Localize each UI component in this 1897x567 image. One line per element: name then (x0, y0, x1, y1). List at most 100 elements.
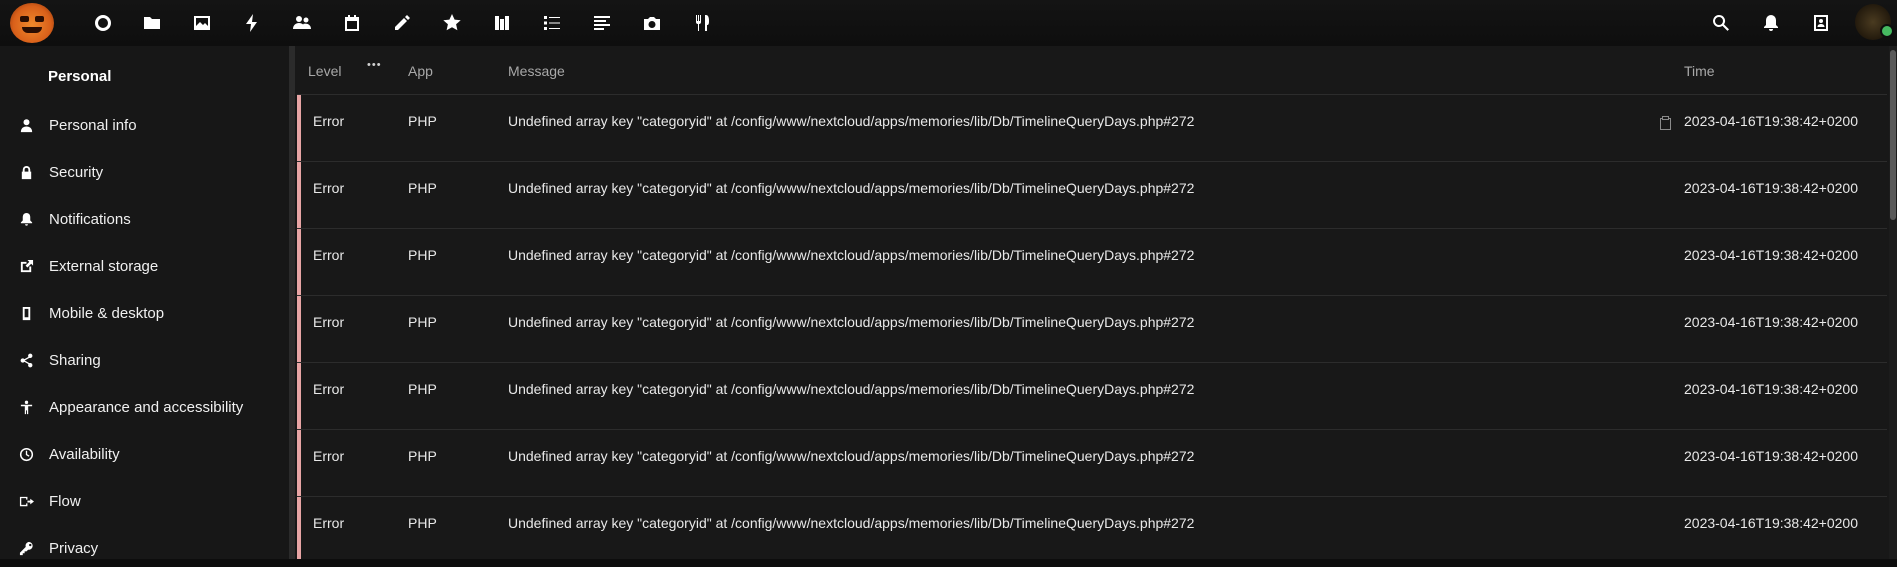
column-options-button[interactable]: ••• (367, 59, 382, 71)
sidebar-item-label: Sharing (49, 351, 101, 369)
cell-level: Error (313, 314, 345, 330)
cell-app: PHP (408, 381, 437, 397)
photos-icon[interactable] (189, 10, 215, 36)
cell-app: PHP (408, 247, 437, 263)
cell-level: Error (313, 515, 345, 531)
deck-icon[interactable] (489, 10, 515, 36)
contacts-icon[interactable] (289, 10, 315, 36)
cell-message: Undefined array key "categoryid" at /con… (508, 381, 1195, 397)
error-level-indicator (297, 430, 301, 496)
contacts-menu-icon[interactable] (1808, 10, 1834, 36)
activity-icon[interactable] (239, 10, 265, 36)
cell-level: Error (313, 381, 345, 397)
cell-app: PHP (408, 448, 437, 464)
tasks-icon[interactable] (539, 10, 565, 36)
table-row[interactable]: Error PHP Undefined array key "categoryi… (297, 95, 1887, 162)
error-level-indicator (297, 363, 301, 429)
cell-level: Error (313, 113, 345, 129)
panel-divider (289, 46, 295, 559)
sidebar-item-label: Mobile & desktop (49, 304, 165, 322)
table-row[interactable]: Error PHP Undefined array key "categoryi… (297, 296, 1887, 363)
bookmarks-icon[interactable] (439, 10, 465, 36)
error-level-indicator (297, 95, 301, 161)
sidebar-item-label: Flow (49, 492, 81, 510)
notifications-bell-icon[interactable] (1758, 10, 1784, 36)
sidebar-item-flow[interactable]: Flow (0, 482, 289, 520)
sidebar-item-sharing[interactable]: Sharing (0, 341, 289, 379)
flow-icon (17, 492, 35, 510)
cell-app: PHP (408, 515, 437, 531)
accessibility-icon (17, 398, 35, 416)
cell-time: 2023-04-16T19:38:42+0200 (1684, 247, 1858, 263)
logo[interactable] (10, 3, 54, 43)
table-row[interactable]: Error PHP Undefined array key "categoryi… (297, 363, 1887, 430)
cell-level: Error (313, 448, 345, 464)
sidebar-item-label: Privacy (49, 539, 99, 557)
memories-icon[interactable] (639, 10, 665, 36)
log-table-header: Level ••• App Message Time (297, 46, 1887, 95)
sidebar-item-label: Security (49, 163, 104, 181)
sidebar-item-personal-info[interactable]: Personal info (0, 106, 289, 144)
table-row[interactable]: Error PHP Undefined array key "categoryi… (297, 430, 1887, 497)
sidebar-item-notifications[interactable]: Notifications (0, 200, 289, 238)
column-header-message[interactable]: Message (508, 63, 565, 79)
cell-message: Undefined array key "categoryid" at /con… (508, 113, 1195, 129)
cell-app: PHP (408, 113, 437, 129)
online-status-indicator (1880, 24, 1894, 38)
table-row[interactable]: Error PHP Undefined array key "categoryi… (297, 229, 1887, 296)
user-avatar[interactable] (1855, 4, 1894, 40)
sidebar-item-label: Personal info (49, 116, 137, 134)
share-icon (17, 351, 35, 369)
cell-message: Undefined array key "categoryid" at /con… (508, 247, 1195, 263)
column-header-app[interactable]: App (408, 63, 433, 79)
cell-time: 2023-04-16T19:38:42+0200 (1684, 515, 1858, 531)
top-header (0, 0, 1897, 46)
news-icon[interactable] (589, 10, 615, 36)
cell-time: 2023-04-16T19:38:42+0200 (1684, 180, 1858, 196)
error-level-indicator (297, 162, 301, 228)
user-icon (17, 116, 35, 134)
cookbook-icon[interactable] (689, 10, 715, 36)
lock-icon (17, 163, 35, 181)
column-header-time[interactable]: Time (1684, 63, 1715, 79)
sidebar-item-appearance[interactable]: Appearance and accessibility (0, 388, 289, 426)
calendar-icon[interactable] (339, 10, 365, 36)
sidebar-item-external-storage[interactable]: External storage (0, 247, 289, 285)
cell-message: Undefined array key "categoryid" at /con… (508, 448, 1195, 464)
key-icon (17, 539, 35, 557)
sidebar-item-mobile-desktop[interactable]: Mobile & desktop (0, 294, 289, 332)
scrollbar-thumb[interactable] (1890, 50, 1896, 220)
settings-sidebar: Personal Personal info Security Notifica… (0, 46, 289, 559)
logo-mouth (22, 27, 42, 33)
cell-message: Undefined array key "categoryid" at /con… (508, 314, 1195, 330)
cell-app: PHP (408, 314, 437, 330)
column-header-level[interactable]: Level (308, 63, 341, 79)
sidebar-item-label: External storage (49, 257, 159, 275)
external-link-icon (17, 257, 35, 275)
dashboard-icon[interactable] (90, 10, 116, 36)
sidebar-item-security[interactable]: Security (0, 153, 289, 191)
cell-time: 2023-04-16T19:38:42+0200 (1684, 314, 1858, 330)
error-level-indicator (297, 229, 301, 295)
cell-app: PHP (408, 180, 437, 196)
notes-icon[interactable] (389, 10, 415, 36)
cell-time: 2023-04-16T19:38:42+0200 (1684, 381, 1858, 397)
error-level-indicator (297, 497, 301, 559)
cell-level: Error (313, 180, 345, 196)
table-row[interactable]: Error PHP Undefined array key "categoryi… (297, 162, 1887, 229)
clock-icon (17, 445, 35, 463)
sidebar-item-label: Availability (49, 445, 120, 463)
files-icon[interactable] (139, 10, 165, 36)
search-icon[interactable] (1708, 10, 1734, 36)
cell-time: 2023-04-16T19:38:42+0200 (1684, 113, 1858, 129)
sidebar-item-privacy[interactable]: Privacy (0, 529, 289, 567)
table-row[interactable]: Error PHP Undefined array key "categoryi… (297, 497, 1887, 559)
sidebar-item-label: Notifications (49, 210, 131, 228)
copy-icon[interactable] (1657, 115, 1673, 131)
bell-icon (17, 210, 35, 228)
cell-message: Undefined array key "categoryid" at /con… (508, 515, 1195, 531)
sidebar-item-availability[interactable]: Availability (0, 435, 289, 473)
sidebar-item-label: Appearance and accessibility (49, 398, 244, 416)
logo-eye-right (35, 16, 44, 22)
cell-time: 2023-04-16T19:38:42+0200 (1684, 448, 1858, 464)
